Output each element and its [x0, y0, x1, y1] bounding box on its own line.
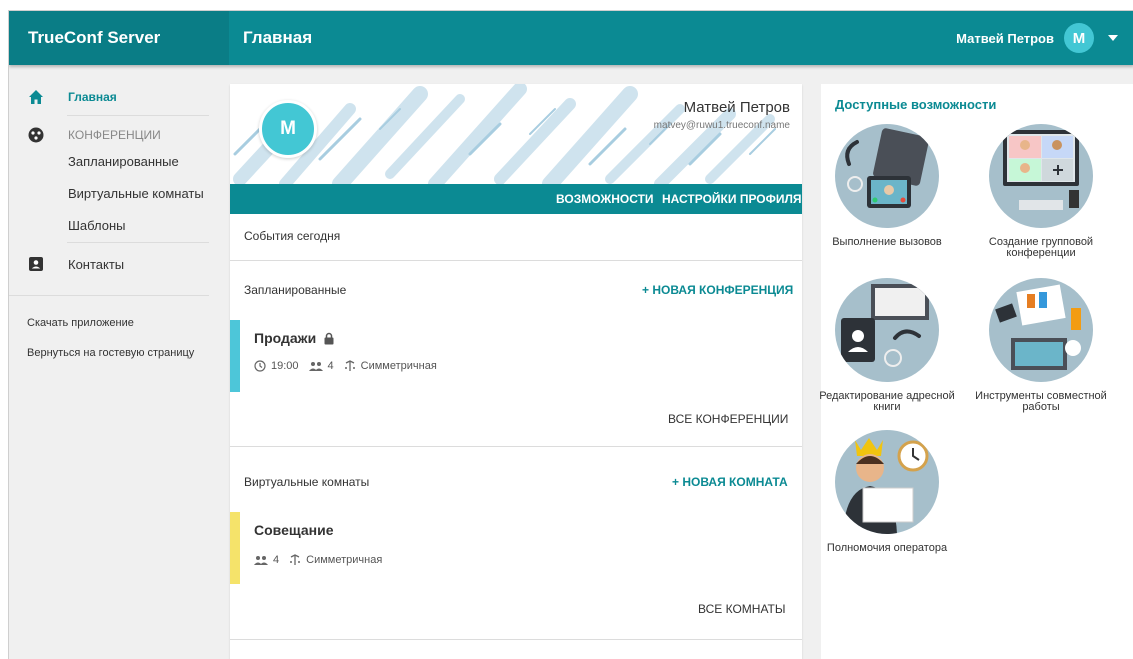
calls-illustration-icon: [835, 124, 939, 228]
sidebar-item-virtual-rooms[interactable]: Виртуальные комнаты: [9, 181, 229, 205]
sidebar-item-label: Запланированные: [68, 153, 179, 169]
conference-participants: 4: [327, 360, 334, 372]
feature-label: Создание групповой конференции: [988, 236, 1094, 259]
participants-icon: [308, 362, 323, 371]
room-title: Совещание: [254, 522, 334, 538]
conference-meta: 19:00 4 Симметричная: [254, 360, 447, 372]
conference-name: Продажи: [254, 330, 317, 346]
new-room-link[interactable]: + НОВАЯ КОМНАТА: [672, 475, 788, 489]
download-app-link[interactable]: Скачать приложение: [27, 317, 134, 329]
chevron-down-icon[interactable]: [1108, 35, 1118, 41]
all-rooms-link[interactable]: ВСЕ КОМНАТЫ: [698, 602, 785, 616]
sidebar-item-conferences[interactable]: КОНФЕРЕНЦИИ: [9, 123, 229, 147]
room-color-bar: [230, 512, 240, 584]
room-name: Совещание: [254, 522, 334, 538]
sidebar-item-contacts[interactable]: Контакты: [9, 252, 229, 276]
sidebar: Главная КОНФЕРЕНЦИИ Запланированные Вирт…: [9, 65, 229, 659]
sidebar-divider: [67, 115, 209, 116]
feature-label: Выполнение вызовов: [832, 236, 942, 248]
sidebar-item-label: Шаблоны: [68, 217, 126, 233]
page-title: Главная: [243, 28, 313, 47]
feature-label: Полномочия оператора: [826, 542, 948, 554]
sidebar-divider: [67, 242, 209, 243]
tab-profile-settings[interactable]: НАСТРОЙКИ ПРОФИЛЯ: [662, 184, 802, 214]
user-avatar[interactable]: М: [1064, 23, 1094, 53]
divider: [230, 260, 802, 261]
conference-color-bar: [230, 320, 240, 392]
top-bar: TrueConf Server Главная Матвей Петров М: [9, 11, 1133, 65]
sidebar-item-label: КОНФЕРЕНЦИИ: [68, 128, 161, 142]
tab-features[interactable]: ВОЗМОЖНОСТИ: [556, 184, 654, 214]
user-menu[interactable]: Матвей Петров М: [956, 11, 1118, 65]
mode-icon: [290, 554, 301, 565]
main-panel: М Матвей Петров matvey@ruwu1.trueconf.na…: [230, 84, 802, 659]
room-card[interactable]: Совещание 4 Симметричная: [230, 512, 802, 584]
features-title: Доступные возможности: [835, 97, 997, 112]
sidebar-divider: [9, 295, 209, 296]
conferences-icon: [27, 126, 45, 144]
feature-address-book[interactable]: Редактирование адресной книги: [817, 278, 957, 413]
contacts-icon: [27, 255, 45, 273]
conference-title: Продажи: [254, 330, 335, 346]
sidebar-item-label: Главная: [68, 90, 117, 104]
profile-tab-bar: ВОЗМОЖНОСТИ НАСТРОЙКИ ПРОФИЛЯ: [230, 184, 802, 214]
room-mode: Симметричная: [306, 554, 383, 566]
rooms-title: Виртуальные комнаты: [244, 475, 370, 489]
events-today-title: События сегодня: [244, 229, 341, 243]
sidebar-item-home[interactable]: Главная: [9, 85, 229, 109]
conference-time: 19:00: [271, 360, 299, 372]
feature-collaboration[interactable]: Инструменты совместной работы: [971, 278, 1111, 413]
home-icon: [27, 88, 45, 106]
feature-group-conference[interactable]: Создание групповой конференции: [971, 124, 1111, 259]
conference-card[interactable]: Продажи 19:00 4 Симметричная: [230, 320, 802, 392]
profile-avatar[interactable]: М: [259, 100, 317, 158]
guest-page-link[interactable]: Вернуться на гостевую страницу: [27, 347, 194, 359]
lock-icon: [324, 332, 334, 344]
room-participants: 4: [273, 554, 280, 566]
feature-label: Инструменты совместной работы: [975, 390, 1107, 413]
all-conferences-link[interactable]: ВСЕ КОНФЕРЕНЦИИ: [668, 412, 788, 426]
features-panel: Доступные возможности Выполнение вызовов: [819, 84, 1133, 659]
feature-calls[interactable]: Выполнение вызовов: [817, 124, 957, 248]
participants-icon: [254, 556, 268, 565]
profile-email: matvey@ruwu1.trueconf.name: [653, 120, 790, 131]
sidebar-item-label: Виртуальные комнаты: [68, 185, 204, 201]
collaboration-illustration-icon: [989, 278, 1093, 382]
clock-icon: [254, 360, 266, 372]
brand-logo[interactable]: TrueConf Server: [9, 11, 229, 65]
feature-operator[interactable]: Полномочия оператора: [817, 430, 957, 554]
profile-name: Матвей Петров: [683, 99, 790, 116]
divider: [230, 446, 802, 447]
sidebar-item-scheduled[interactable]: Запланированные: [9, 149, 229, 173]
feature-label: Редактирование адресной книги: [819, 390, 955, 413]
conference-mode: Симметричная: [360, 360, 437, 372]
sidebar-item-templates[interactable]: Шаблоны: [9, 213, 229, 237]
divider: [230, 639, 802, 640]
address-book-illustration-icon: [835, 278, 939, 382]
room-meta: 4 Симметричная: [254, 554, 392, 566]
profile-banner: М Матвей Петров matvey@ruwu1.trueconf.na…: [230, 84, 802, 184]
new-conference-link[interactable]: + НОВАЯ КОНФЕРЕНЦИЯ: [642, 283, 793, 297]
scheduled-title: Запланированные: [244, 283, 347, 297]
app-window: TrueConf Server Главная Матвей Петров М …: [8, 10, 1133, 659]
group-conference-illustration-icon: [989, 124, 1093, 228]
sidebar-item-label: Контакты: [68, 256, 125, 272]
user-name[interactable]: Матвей Петров: [956, 31, 1054, 46]
mode-icon: [344, 360, 355, 371]
operator-illustration-icon: [835, 430, 939, 534]
